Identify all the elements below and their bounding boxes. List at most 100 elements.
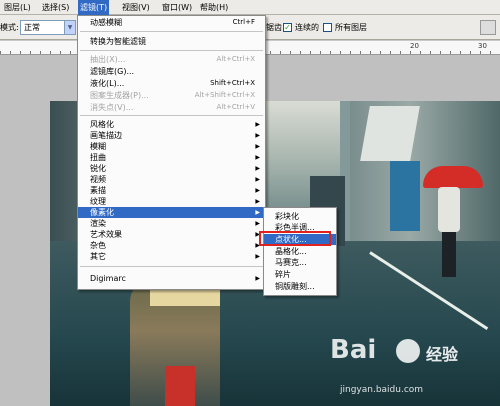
menu-item-sharpen[interactable]: 锐化 ▶ <box>78 163 265 174</box>
menu-item-brush-strokes[interactable]: 画笔描边 ▶ <box>78 130 265 141</box>
contiguous-checkbox[interactable]: ✓ <box>283 23 292 32</box>
menu-bar: 图层(L) 选择(S) 滤镜(T) 视图(V) 窗口(W) 帮助(H) <box>0 0 500 15</box>
menu-item-label: 抽出(X)... <box>90 55 126 64</box>
ruler-number: 30 <box>478 42 487 50</box>
highlight-box <box>259 231 331 246</box>
shortcut-label: Alt+Ctrl+V <box>216 103 255 111</box>
menu-layer[interactable]: 图层(L) <box>2 0 33 15</box>
mode-select[interactable]: 正常 ▼ <box>20 20 76 35</box>
menu-item-label: 图案生成器(P)... <box>90 91 149 100</box>
submenu-arrow-icon: ▶ <box>255 132 260 139</box>
submenu-arrow-icon: ▶ <box>255 121 260 128</box>
shortcut-label: Alt+Shift+Ctrl+X <box>194 91 255 99</box>
kimono-red-cloth <box>165 366 195 406</box>
filter-menu: 动感模糊 Ctrl+F 转换为智能滤镜 抽出(X)... Alt+Ctrl+X … <box>77 15 266 290</box>
submenu-arrow-icon: ▶ <box>255 176 260 183</box>
menu-item-label: 动感模糊 <box>90 18 122 27</box>
paw-icon <box>396 339 420 363</box>
palette-well-icon[interactable] <box>480 20 496 35</box>
menu-item-filter-gallery[interactable]: 滤镜库(G)... <box>78 66 265 77</box>
menu-separator <box>80 115 263 116</box>
menu-item-label: 杂色 <box>90 241 106 250</box>
menu-item-video[interactable]: 视频 ▶ <box>78 174 265 185</box>
chevron-down-icon: ▼ <box>64 21 75 34</box>
menu-item-last-filter[interactable]: 动感模糊 Ctrl+F <box>78 17 265 28</box>
menu-item-label: 艺术效果 <box>90 230 122 239</box>
all-layers-checkbox[interactable] <box>323 23 332 32</box>
menu-window[interactable]: 窗口(W) <box>160 0 194 15</box>
submenu-item-mezzotint[interactable]: 铜版雕刻... <box>264 281 336 292</box>
submenu-arrow-icon: ▶ <box>255 198 260 205</box>
mode-value: 正常 <box>24 23 40 32</box>
menu-item-label: 其它 <box>90 252 106 261</box>
submenu-arrow-icon: ▶ <box>255 253 260 260</box>
menu-item-label: 晶格化... <box>275 247 307 256</box>
submenu-arrow-icon: ▶ <box>255 187 260 194</box>
submenu-arrow-icon: ▶ <box>255 165 260 172</box>
submenu-item-mosaic[interactable]: 马赛克... <box>264 257 336 268</box>
menu-item-stylize[interactable]: 风格化 ▶ <box>78 119 265 130</box>
menu-item-label: 铜版雕刻... <box>275 282 315 291</box>
shortcut-label: Ctrl+F <box>232 18 255 26</box>
menu-filter[interactable]: 滤镜(T) <box>78 0 110 15</box>
menu-item-label: 画笔描边 <box>90 131 122 140</box>
menu-item-label: 转换为智能滤镜 <box>90 37 146 46</box>
submenu-arrow-icon: ▶ <box>255 220 260 227</box>
menu-item-label: 扭曲 <box>90 153 106 162</box>
menu-view[interactable]: 视图(V) <box>120 0 152 15</box>
submenu-arrow-icon: ▶ <box>255 154 260 161</box>
submenu-arrow-icon: ▶ <box>255 143 260 150</box>
contiguous-label: 连续的 <box>295 23 319 32</box>
menu-item-label: 渲染 <box>90 219 106 228</box>
menu-item-render[interactable]: 渲染 ▶ <box>78 218 265 229</box>
menu-item-smart-filter[interactable]: 转换为智能滤镜 <box>78 36 265 47</box>
menu-item-label: 彩块化 <box>275 212 299 221</box>
menu-item-label: 模糊 <box>90 142 106 151</box>
menu-item-distort[interactable]: 扭曲 ▶ <box>78 152 265 163</box>
person-legs <box>442 232 456 277</box>
menu-separator <box>80 31 263 32</box>
menu-item-texture[interactable]: 纹理 ▶ <box>78 196 265 207</box>
watermark-url: jingyan.baidu.com <box>340 385 424 395</box>
menu-separator <box>80 266 263 267</box>
shortcut-label: Shift+Ctrl+X <box>210 79 255 87</box>
menu-item-label: 视频 <box>90 175 106 184</box>
submenu-item-fragment[interactable]: 碎片 <box>264 269 336 280</box>
umbrella <box>423 166 483 188</box>
submenu-item-crystallize[interactable]: 晶格化... <box>264 246 336 257</box>
menu-item-blur[interactable]: 模糊 ▶ <box>78 141 265 152</box>
submenu-item-facet[interactable]: 彩块化 <box>264 211 336 222</box>
menu-item-label: 风格化 <box>90 120 114 129</box>
menu-item-noise[interactable]: 杂色 ▶ <box>78 240 265 251</box>
menu-item-label: 液化(L)... <box>90 79 125 88</box>
ruler-number: 20 <box>410 42 419 50</box>
menu-item-label: 消失点(V)... <box>90 103 134 112</box>
awning <box>360 106 420 161</box>
door <box>390 161 420 231</box>
menu-item-artistic[interactable]: 艺术效果 ▶ <box>78 229 265 240</box>
menu-select[interactable]: 选择(S) <box>40 0 71 15</box>
shortcut-label: Alt+Ctrl+X <box>216 55 255 63</box>
mode-label: 模式: <box>0 23 19 32</box>
menu-item-pattern-maker[interactable]: 图案生成器(P)... Alt+Shift+Ctrl+X <box>78 90 265 101</box>
menu-item-label: 像素化 <box>90 208 114 217</box>
menu-item-label: 碎片 <box>275 270 291 279</box>
menu-item-sketch[interactable]: 素描 ▶ <box>78 185 265 196</box>
menu-item-extract[interactable]: 抽出(X)... Alt+Ctrl+X <box>78 54 265 65</box>
person <box>438 187 460 232</box>
menu-item-label: 滤镜库(G)... <box>90 67 135 76</box>
menu-item-label: 素描 <box>90 186 106 195</box>
submenu-arrow-icon: ▶ <box>255 209 260 216</box>
menu-item-pixelate[interactable]: 像素化 ▶ <box>78 207 265 218</box>
menu-item-vanishing-point[interactable]: 消失点(V)... Alt+Ctrl+V <box>78 102 265 113</box>
menu-separator <box>80 50 263 51</box>
antialias-label: 锯齿 <box>266 23 282 32</box>
menu-item-other[interactable]: 其它 ▶ <box>78 251 265 262</box>
menu-help[interactable]: 帮助(H) <box>198 0 230 15</box>
menu-item-label: 纹理 <box>90 197 106 206</box>
menu-item-digimarc[interactable]: Digimarc ▶ <box>78 273 265 284</box>
baidu-jingyan-watermark: Bai 经验 jingyan.baidu.com <box>330 335 500 405</box>
menu-item-liquify[interactable]: 液化(L)... Shift+Ctrl+X <box>78 78 265 89</box>
menu-item-label: Digimarc <box>90 274 126 283</box>
menu-item-label: 马赛克... <box>275 258 307 267</box>
